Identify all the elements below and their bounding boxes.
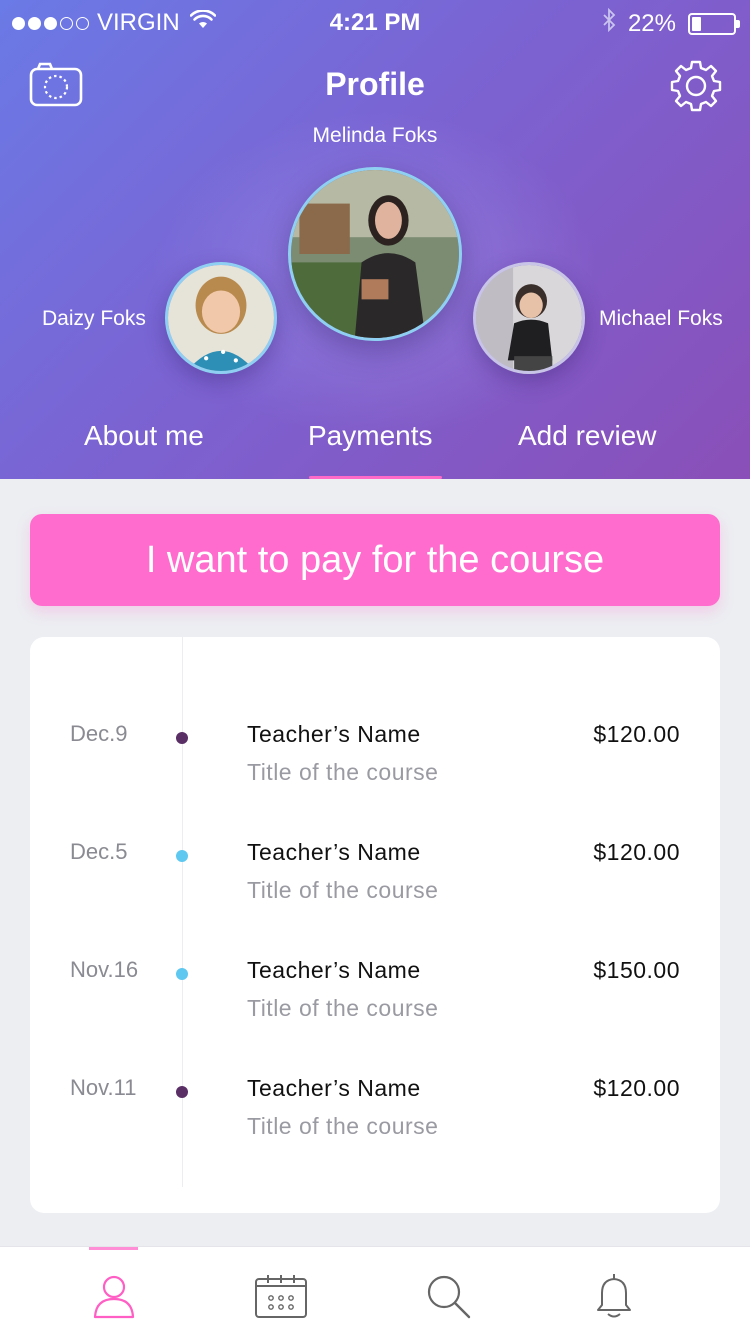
right-profile-name: Michael Foks bbox=[599, 307, 723, 330]
teacher-name: Teacher’s Name bbox=[247, 957, 421, 983]
tab-payments[interactable]: Payments bbox=[308, 420, 433, 452]
active-tab-indicator bbox=[89, 1247, 138, 1250]
main-profile-avatar[interactable] bbox=[288, 167, 462, 341]
left-profile-name: Daizy Foks bbox=[42, 307, 146, 330]
payment-row[interactable]: Nov.16 Teacher’s Name Title of the cours… bbox=[30, 957, 720, 1047]
tab-search[interactable] bbox=[420, 1269, 476, 1323]
teacher-name: Teacher’s Name bbox=[247, 721, 421, 747]
search-icon bbox=[427, 1275, 471, 1319]
bottom-tab-bar bbox=[0, 1246, 750, 1334]
avatar-photo bbox=[476, 265, 582, 371]
payment-amount: $120.00 bbox=[593, 721, 680, 747]
bell-icon bbox=[597, 1274, 631, 1318]
payment-row[interactable]: Nov.11 Teacher’s Name Title of the cours… bbox=[30, 1075, 720, 1165]
payment-amount: $120.00 bbox=[593, 839, 680, 865]
status-right: 22% bbox=[602, 7, 740, 39]
timeline-dot bbox=[176, 1086, 188, 1098]
payment-date: Nov.11 bbox=[70, 1075, 137, 1100]
payment-row[interactable]: Dec.5 Teacher’s Name Title of the course… bbox=[30, 839, 720, 929]
profile-tabs: About me Payments Add review bbox=[0, 420, 750, 479]
gear-icon bbox=[670, 60, 722, 112]
main-profile-name: Melinda Foks bbox=[312, 124, 438, 147]
course-title: Title of the course bbox=[247, 759, 439, 785]
right-profile-avatar[interactable] bbox=[473, 262, 585, 374]
payments-card: Dec.9 Teacher’s Name Title of the course… bbox=[30, 637, 720, 1213]
course-title: Title of the course bbox=[247, 1113, 439, 1139]
timeline-dot bbox=[176, 968, 188, 980]
left-profile-avatar[interactable] bbox=[165, 262, 277, 374]
profile-icon bbox=[93, 1275, 135, 1319]
calendar-icon bbox=[255, 1275, 307, 1318]
active-tab-indicator bbox=[309, 476, 442, 479]
avatar-photo bbox=[168, 265, 274, 371]
payment-amount: $120.00 bbox=[593, 1075, 680, 1101]
course-title: Title of the course bbox=[247, 877, 439, 903]
page-title: Profile bbox=[325, 66, 425, 102]
course-title: Title of the course bbox=[247, 995, 439, 1021]
teacher-name: Teacher’s Name bbox=[247, 839, 421, 865]
battery-percent: 22% bbox=[627, 9, 676, 37]
avatar-photo bbox=[291, 170, 459, 338]
teacher-name: Teacher’s Name bbox=[247, 1075, 421, 1101]
payment-date: Nov.16 bbox=[70, 957, 139, 982]
payment-amount: $150.00 bbox=[593, 957, 680, 983]
payment-date: Dec.9 bbox=[70, 721, 128, 746]
tab-calendar[interactable] bbox=[253, 1269, 309, 1323]
tab-notifications[interactable] bbox=[586, 1269, 642, 1323]
settings-button[interactable] bbox=[668, 58, 724, 114]
tab-about-me[interactable]: About me bbox=[84, 420, 204, 452]
status-bar: VIRGIN 4:21 PM 22% bbox=[0, 0, 750, 44]
timeline-dot bbox=[176, 850, 188, 862]
tab-profile[interactable] bbox=[86, 1269, 142, 1323]
battery-icon bbox=[688, 12, 740, 35]
tab-add-review[interactable]: Add review bbox=[518, 420, 657, 452]
bluetooth-icon bbox=[602, 7, 616, 39]
payment-row[interactable]: Dec.9 Teacher’s Name Title of the course… bbox=[30, 721, 720, 811]
timeline-dot bbox=[176, 732, 188, 744]
payment-date: Dec.5 bbox=[70, 839, 128, 864]
pay-for-course-button[interactable]: I want to pay for the course bbox=[30, 514, 720, 606]
